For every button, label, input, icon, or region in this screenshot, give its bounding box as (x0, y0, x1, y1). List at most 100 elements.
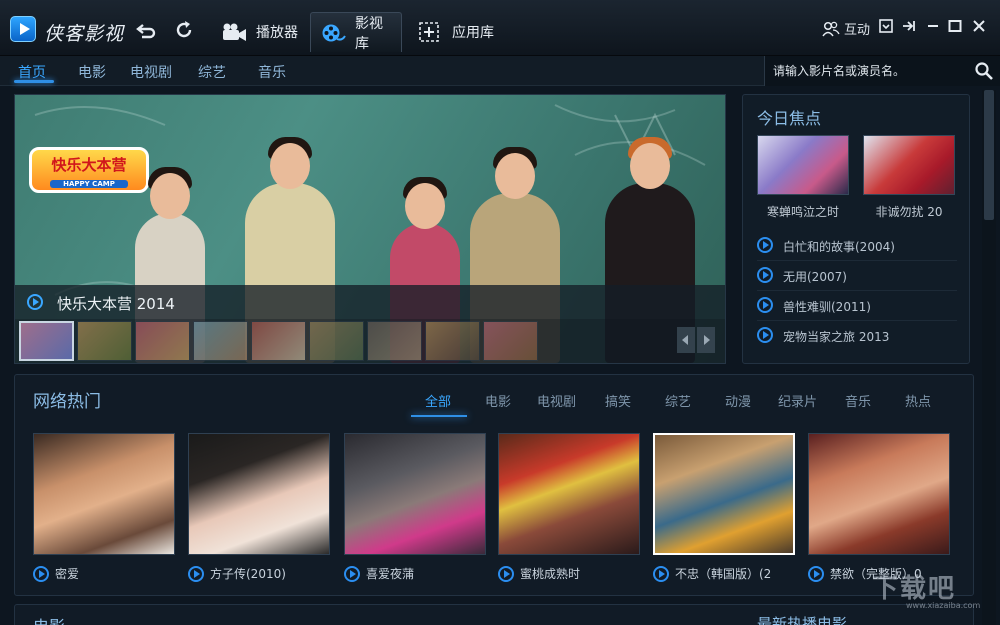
film-card[interactable]: 禁欲（完整版）0 (808, 433, 950, 583)
focus-poster-caption[interactable]: 寒蝉鸣泣之时 (753, 203, 853, 220)
plus-box-icon (418, 22, 444, 42)
film-card[interactable]: 不忠（韩国版）(2 (653, 433, 795, 583)
maximize-icon[interactable] (948, 19, 962, 37)
subnav-home[interactable]: 首页 (18, 62, 46, 82)
category-tab-music[interactable]: 音乐 (845, 391, 871, 410)
back-icon[interactable] (134, 18, 158, 42)
show-logo-sub: HAPPY CAMP (50, 180, 128, 188)
film-poster[interactable] (498, 433, 640, 555)
category-tab-variety[interactable]: 综艺 (665, 391, 691, 410)
film-card[interactable]: 方子传(2010) (188, 433, 330, 583)
latest-movies-title: 最新热播电影 (757, 615, 848, 625)
focus-poster[interactable] (757, 135, 849, 195)
film-poster[interactable] (33, 433, 175, 555)
search-input[interactable] (765, 56, 971, 86)
film-caption[interactable]: 喜爱夜蒲 (344, 565, 486, 583)
subnav-variety[interactable]: 综艺 (198, 62, 226, 82)
watermark: 下载吧 www.xiazaiba.com (872, 568, 992, 618)
category-tab-documentary[interactable]: 纪录片 (778, 391, 817, 410)
close-icon[interactable] (972, 19, 986, 37)
category-tab-tv[interactable]: 电视剧 (537, 391, 576, 410)
category-tab-funny[interactable]: 搞笑 (605, 391, 631, 410)
film-reel-icon (321, 23, 347, 43)
list-item-label: 宠物当家之旅 2013 (783, 330, 890, 344)
category-tab-movie[interactable]: 电影 (485, 391, 511, 410)
play-icon (757, 267, 773, 283)
search-icon[interactable] (974, 61, 994, 81)
hot-heading: 网络热门 (33, 392, 101, 412)
film-card[interactable]: 蜜桃成熟时 (498, 433, 640, 583)
film-title: 喜爱夜蒲 (366, 567, 415, 581)
hero-title[interactable]: 快乐大本营 2014 (57, 293, 175, 314)
watermark-sub: www.xiazaiba.com (906, 601, 981, 610)
hero-thumbnail-strip (15, 319, 725, 363)
play-icon[interactable] (27, 294, 43, 310)
subnav-movies[interactable]: 电影 (78, 62, 106, 82)
list-item-label: 白忙和的故事(2004) (783, 240, 895, 254)
watermark-text: 下载吧 (872, 574, 957, 604)
film-poster[interactable] (653, 433, 795, 555)
show-logo-text: 快乐大本营 (51, 156, 127, 174)
refresh-icon[interactable] (172, 18, 196, 42)
list-item[interactable]: 兽性难驯(2011) (757, 291, 957, 321)
category-tab-hot[interactable]: 热点 (905, 391, 931, 410)
film-card[interactable]: 喜爱夜蒲 (344, 433, 486, 583)
subnav-tv[interactable]: 电视剧 (130, 62, 172, 82)
tab-video-library[interactable]: 影视库 (310, 12, 402, 52)
film-caption[interactable]: 不忠（韩国版）(2 (653, 565, 795, 583)
hero-prev-arrow-icon[interactable] (677, 327, 695, 353)
hero-thumbnail[interactable] (193, 321, 248, 361)
film-caption[interactable]: 方子传(2010) (188, 565, 330, 583)
play-icon (653, 566, 669, 582)
hero-thumbnail[interactable] (367, 321, 422, 361)
list-item[interactable]: 宠物当家之旅 2013 (757, 321, 957, 351)
category-tab-all[interactable]: 全部 (425, 391, 451, 410)
focus-poster[interactable] (863, 135, 955, 195)
hot-section: 网络热门 全部 电影 电视剧 搞笑 综艺 动漫 纪录片 音乐 热点 密爱 方子传… (14, 374, 974, 596)
hero-thumbnail[interactable] (135, 321, 190, 361)
title-bar: 侠客影视 播放器 影视库 应用库 互动 (0, 0, 1000, 56)
list-item-label: 兽性难驯(2011) (783, 300, 871, 314)
tab-player-label: 播放器 (256, 25, 298, 41)
scrollbar-thumb[interactable] (984, 90, 994, 220)
subnav-music[interactable]: 音乐 (258, 62, 286, 82)
hero-next-arrow-icon[interactable] (697, 327, 715, 353)
scrollbar[interactable] (982, 90, 996, 625)
film-poster[interactable] (188, 433, 330, 555)
hero-thumbnail[interactable] (309, 321, 364, 361)
tab-app-library-label: 应用库 (452, 25, 494, 41)
play-icon (498, 566, 514, 582)
hero-thumbnail[interactable] (483, 321, 538, 361)
search-box (764, 56, 1000, 86)
minimize-icon[interactable] (926, 19, 940, 37)
hero-thumbnail[interactable] (425, 321, 480, 361)
film-caption[interactable]: 蜜桃成熟时 (498, 565, 640, 583)
list-item[interactable]: 无用(2007) (757, 261, 957, 291)
film-card[interactable]: 密爱 (33, 433, 175, 583)
play-icon (33, 566, 49, 582)
tab-player[interactable]: 播放器 (212, 12, 308, 52)
focus-poster-caption[interactable]: 非诚勿扰 20 (859, 203, 959, 220)
interact-label: 互动 (844, 23, 871, 38)
film-poster[interactable] (344, 433, 486, 555)
play-icon (757, 237, 773, 253)
list-item[interactable]: 白忙和的故事(2004) (757, 231, 957, 261)
subnav-active-indicator (14, 80, 54, 83)
hero-thumbnail[interactable] (77, 321, 132, 361)
skin-icon[interactable] (879, 19, 893, 37)
hero-thumbnail[interactable] (251, 321, 306, 361)
hero-thumbnail[interactable] (19, 321, 74, 361)
movie-section: 电影 最新热播电影 (14, 604, 974, 625)
interact-button[interactable]: 互动 (822, 19, 870, 38)
play-icon (757, 297, 773, 313)
category-active-indicator (411, 415, 467, 417)
today-focus-heading: 今日焦点 (757, 109, 822, 128)
film-caption[interactable]: 密爱 (33, 565, 175, 583)
movie-section-title: 电影 (33, 613, 65, 625)
hero-banner[interactable]: 快乐大本营 HAPPY CAMP 快乐大本营 2014 (14, 94, 726, 364)
pin-icon[interactable] (902, 19, 918, 37)
tab-app-library[interactable]: 应用库 (408, 12, 504, 52)
list-item-label: 无用(2007) (783, 270, 847, 284)
film-poster[interactable] (808, 433, 950, 555)
category-tab-anime[interactable]: 动漫 (725, 391, 751, 410)
